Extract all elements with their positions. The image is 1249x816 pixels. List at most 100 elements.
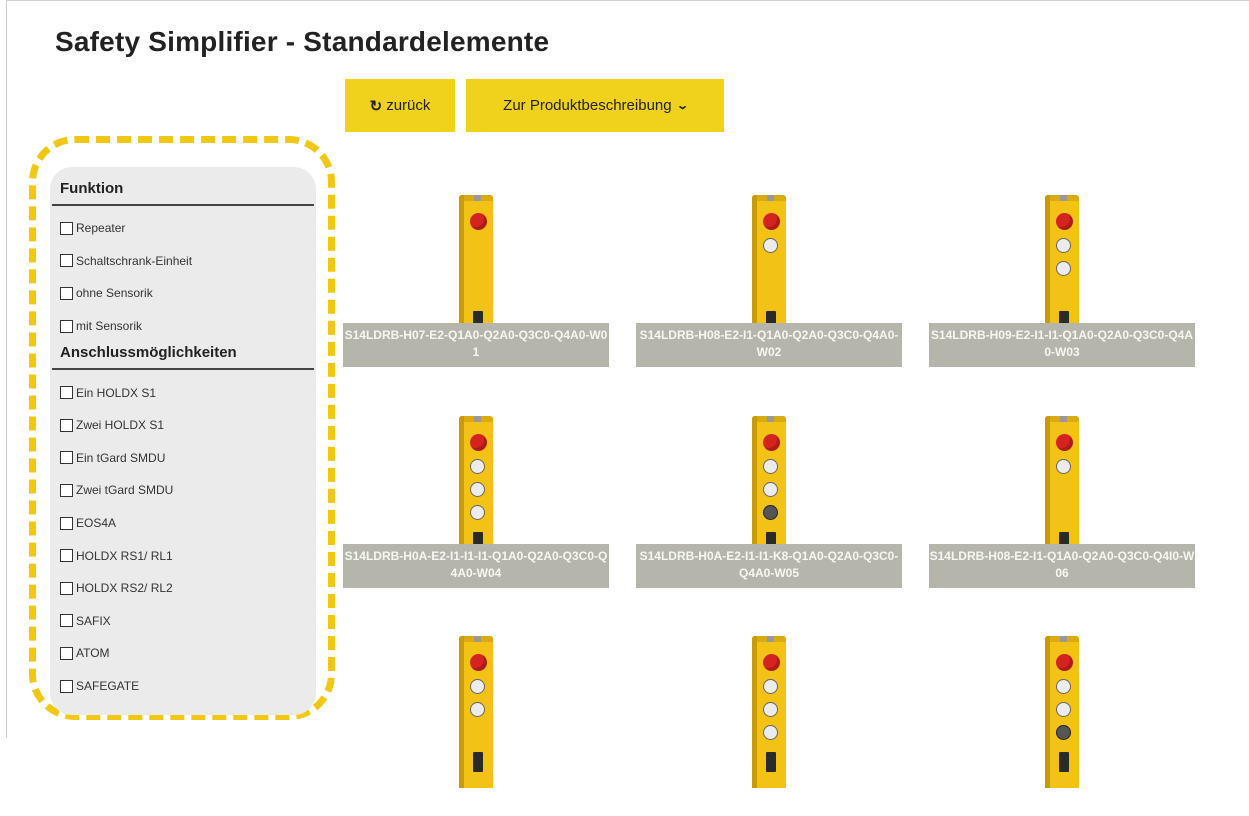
product-card[interactable]: S14LDRB-H08-E2-I1-Q1A0-Q2A0-Q3C0-Q4I0-W0… — [929, 416, 1195, 596]
checkbox[interactable] — [60, 483, 73, 497]
cable-connector-icon — [473, 752, 483, 772]
product-card[interactable]: S14LDRB-H07-E2-Q1A0-Q2A0-Q3C0-Q4A0-W01 — [343, 195, 609, 375]
filter-option-label: SAFEGATE — [76, 679, 140, 694]
checkbox[interactable] — [60, 254, 73, 268]
pushbutton-lamp-icon — [470, 702, 485, 717]
filter-option-safix[interactable]: SAFIX — [50, 605, 316, 638]
checkbox[interactable] — [60, 614, 73, 628]
product-card[interactable]: S14LDRB-H08-E2-I1-Q1A0-Q2A0-Q3C0-Q4A0-W0… — [636, 195, 902, 375]
product-description-label: Zur Produktbeschreibung — [503, 97, 672, 114]
filter-option-safegate[interactable]: SAFEGATE — [50, 670, 316, 703]
filter-option-label: HOLDX RS1/ RL1 — [76, 548, 173, 563]
filter-option-zwei-holdx-s1[interactable]: Zwei HOLDX S1 — [50, 409, 316, 442]
pushbutton-lamp-icon — [1056, 238, 1071, 253]
filter-option-label: EOS4A — [76, 516, 117, 531]
pushbutton-lamp-icon — [470, 679, 485, 694]
tower-connector-stud — [474, 416, 481, 422]
filter-option-schaltschrank-einheit[interactable]: Schaltschrank-Einheit — [50, 245, 316, 278]
tower-connector-stud — [474, 195, 481, 201]
checkbox[interactable] — [60, 386, 73, 400]
tower-connector-stud — [767, 416, 774, 422]
filter-option-ein-holdx-s1[interactable]: Ein HOLDX S1 — [50, 376, 316, 409]
cable-connector-icon — [1059, 752, 1069, 772]
cable-connector-icon — [766, 752, 776, 772]
filter-option-holdx-rs2-rl2[interactable]: HOLDX RS2/ RL2 — [50, 572, 316, 605]
emergency-stop-icon — [763, 213, 780, 230]
filter-option-label: Schaltschrank-Einheit — [76, 253, 193, 268]
tower-edge — [459, 636, 464, 788]
filter-option-label: Zwei tGard SMDU — [76, 483, 174, 498]
checkbox[interactable] — [60, 581, 73, 595]
filter-option-repeater[interactable]: Repeater — [50, 212, 316, 245]
back-button-label: zurück — [386, 97, 431, 114]
product-label: S14LDRB-H0A-E2-I1-I1-K8-Q1A0-Q2A0-Q3C0-Q… — [636, 544, 902, 588]
filter-option-ein-tgard-smdu[interactable]: Ein tGard SMDU — [50, 442, 316, 475]
emergency-stop-icon — [1056, 434, 1073, 451]
filter-option-label: Zwei HOLDX S1 — [76, 418, 165, 433]
pushbutton-lamp-icon — [763, 702, 778, 717]
product-image — [1045, 636, 1079, 788]
filter-section-funktion: Funktion Repeater Schaltschrank-Einheit … — [50, 167, 316, 342]
product-card[interactable] — [636, 636, 902, 816]
pushbutton-lamp-icon — [1056, 679, 1071, 694]
filter-option-atom[interactable]: ATOM — [50, 637, 316, 670]
back-button[interactable]: ↻ zurück — [345, 79, 455, 132]
emergency-stop-icon — [1056, 213, 1073, 230]
tower-connector-stud — [767, 195, 774, 201]
product-card[interactable] — [929, 636, 1195, 816]
page-title: Safety Simplifier - Standardelemente — [55, 26, 550, 57]
tower-connector-stud — [1060, 416, 1067, 422]
section-divider — [52, 204, 314, 206]
tower-connector-stud — [474, 636, 481, 642]
product-card[interactable]: S14LDRB-H09-E2-I1-I1-Q1A0-Q2A0-Q3C0-Q4A0… — [929, 195, 1195, 375]
filter-option-holdx-rs1-rl1[interactable]: HOLDX RS1/ RL1 — [50, 539, 316, 572]
product-label: S14LDRB-H09-E2-I1-I1-Q1A0-Q2A0-Q3C0-Q4A0… — [929, 323, 1195, 367]
checkbox[interactable] — [60, 679, 73, 693]
key-switch-icon — [763, 505, 778, 520]
filter-option-zwei-tgard-smdu[interactable]: Zwei tGard SMDU — [50, 474, 316, 507]
filter-option-label: ATOM — [76, 646, 110, 661]
filter-option-eos4a[interactable]: EOS4A — [50, 507, 316, 540]
checkbox[interactable] — [60, 451, 73, 465]
product-card[interactable]: S14LDRB-H0A-E2-I1-I1-K8-Q1A0-Q2A0-Q3C0-Q… — [636, 416, 902, 596]
product-label: S14LDRB-H0A-E2-I1-I1-I1-Q1A0-Q2A0-Q3C0-Q… — [343, 544, 609, 588]
pushbutton-lamp-icon — [763, 238, 778, 253]
pushbutton-lamp-icon — [470, 505, 485, 520]
filter-section-heading: Anschlussmöglichkeiten — [60, 344, 237, 362]
filter-option-mit-sensorik[interactable]: mit Sensorik — [50, 310, 316, 343]
product-card[interactable]: S14LDRB-H0A-E2-I1-I1-I1-Q1A0-Q2A0-Q3C0-Q… — [343, 416, 609, 596]
checkbox[interactable] — [60, 319, 73, 333]
emergency-stop-icon — [470, 434, 487, 451]
emergency-stop-icon — [763, 434, 780, 451]
product-card[interactable] — [343, 636, 609, 816]
pushbutton-lamp-icon — [763, 679, 778, 694]
filter-option-ohne-sensorik[interactable]: ohne Sensorik — [50, 277, 316, 310]
filter-section-anschluss: Anschlussmöglichkeiten Ein HOLDX S1 Zwei… — [50, 342, 316, 702]
checkbox[interactable] — [60, 221, 73, 235]
pushbutton-lamp-icon — [763, 482, 778, 497]
section-divider — [52, 368, 314, 371]
tower-connector-stud — [1060, 636, 1067, 642]
product-image — [752, 636, 786, 788]
emergency-stop-icon — [470, 213, 487, 230]
emergency-stop-icon — [470, 654, 487, 671]
tower-edge — [752, 636, 757, 788]
filter-option-label: SAFIX — [76, 613, 111, 628]
checkbox[interactable] — [60, 516, 73, 530]
product-description-button[interactable]: Zur Produktbeschreibung ⌄ — [466, 79, 724, 132]
filter-option-label: Repeater — [76, 221, 126, 236]
checkbox[interactable] — [60, 418, 73, 432]
product-label: S14LDRB-H08-E2-I1-Q1A0-Q2A0-Q3C0-Q4I0-W0… — [929, 544, 1195, 588]
checkbox[interactable] — [60, 646, 73, 660]
chevron-down-icon: ⌄ — [675, 100, 689, 112]
pushbutton-lamp-icon — [1056, 702, 1071, 717]
pushbutton-lamp-icon — [1056, 459, 1071, 474]
tower-connector-stud — [1060, 195, 1067, 201]
checkbox[interactable] — [60, 549, 73, 563]
refresh-icon: ↻ — [369, 97, 383, 115]
filter-option-label: Ein HOLDX S1 — [76, 385, 157, 400]
checkbox[interactable] — [60, 286, 73, 300]
product-label: S14LDRB-H07-E2-Q1A0-Q2A0-Q3C0-Q4A0-W01 — [343, 323, 609, 367]
pushbutton-lamp-icon — [1056, 261, 1071, 276]
filter-option-label: mit Sensorik — [76, 319, 143, 334]
